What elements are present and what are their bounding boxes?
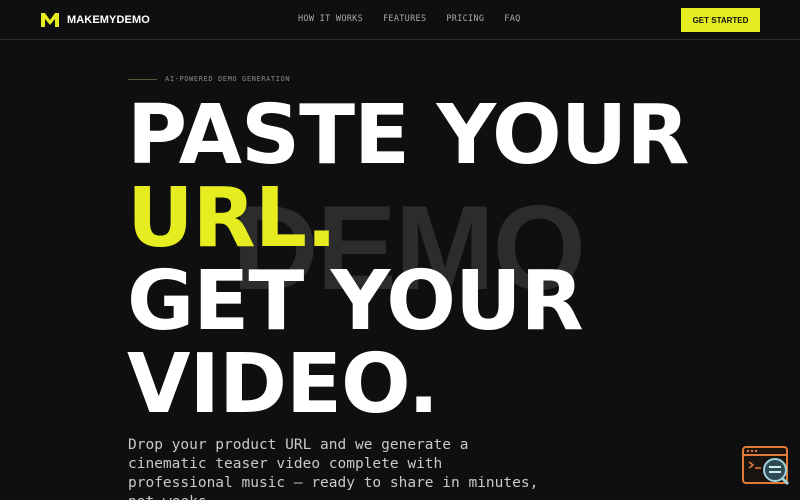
- nav-link-pricing[interactable]: PRICING: [446, 14, 484, 24]
- floating-widget-button[interactable]: [742, 446, 790, 486]
- terminal-search-icon: [742, 446, 790, 486]
- get-started-button[interactable]: GET STARTED: [681, 8, 760, 32]
- nav-links: HOW IT WORKS FEATURES PRICING FAQ: [298, 14, 541, 24]
- headline-line-4: VIDEO.: [127, 337, 439, 432]
- headline-line-2: URL.: [127, 171, 337, 266]
- brand-name: MAKEMYDEMO: [67, 14, 150, 26]
- headline-line-3: GET YOUR: [127, 254, 584, 349]
- nav-link-how-it-works[interactable]: HOW IT WORKS: [298, 14, 363, 24]
- headline-line-1: PASTE YOUR: [127, 88, 689, 183]
- hero-eyebrow: AI-POWERED DEMO GENERATION: [128, 75, 290, 83]
- eyebrow-text: AI-POWERED DEMO GENERATION: [165, 75, 291, 83]
- landing-page: MAKEMYDEMO HOW IT WORKS FEATURES PRICING…: [0, 0, 800, 500]
- hero-headline: PASTE YOUR URL. GET YOUR VIDEO.: [127, 88, 689, 432]
- brand[interactable]: MAKEMYDEMO: [40, 11, 150, 29]
- top-nav: MAKEMYDEMO HOW IT WORKS FEATURES PRICING…: [0, 0, 800, 40]
- nav-link-features[interactable]: FEATURES: [383, 14, 426, 24]
- nav-link-faq[interactable]: FAQ: [504, 14, 520, 24]
- m-logo-icon: [41, 13, 59, 27]
- hero-subtext: Drop your product URL and we generate a …: [128, 437, 539, 500]
- eyebrow-divider: [128, 78, 157, 80]
